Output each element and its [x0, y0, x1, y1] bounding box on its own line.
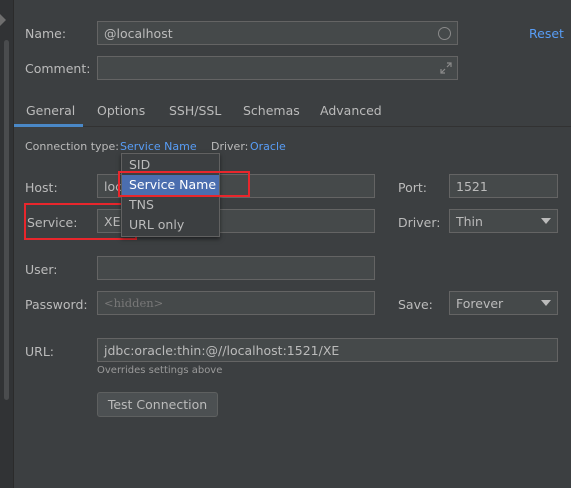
port-label: Port: [398, 180, 427, 195]
driver-label: Driver: [398, 215, 441, 230]
popup-item-tns[interactable]: TNS [122, 195, 219, 215]
url-hint: Overrides settings above [97, 365, 223, 376]
url-input-value: jdbc:oracle:thin:@//localhost:1521/XE [104, 342, 340, 358]
host-label: Host: [25, 180, 58, 195]
chevron-down-icon [541, 218, 551, 224]
sidebar-scrollbar[interactable] [4, 40, 9, 400]
chevron-down-icon [541, 300, 551, 306]
comment-input[interactable] [97, 56, 458, 80]
url-input[interactable]: jdbc:oracle:thin:@//localhost:1521/XE [97, 338, 558, 362]
driver-select-value: Thin [456, 213, 483, 229]
comment-label: Comment: [25, 61, 91, 76]
connection-type-link[interactable]: Service Name [120, 140, 197, 153]
url-label: URL: [25, 344, 55, 359]
port-input-value: 1521 [456, 178, 488, 194]
name-input-value: @localhost [104, 25, 173, 41]
save-label: Save: [398, 297, 433, 312]
password-label: Password: [25, 297, 88, 312]
name-input[interactable]: @localhost [97, 21, 458, 45]
expand-icon[interactable] [440, 62, 452, 74]
user-label: User: [25, 262, 58, 277]
color-circle-icon[interactable] [438, 26, 451, 40]
name-label: Name: [25, 26, 67, 41]
save-select-value: Forever [456, 295, 504, 311]
collapse-arrow-icon[interactable] [0, 14, 6, 26]
connection-type-label: Connection type: [25, 140, 120, 153]
connection-driver-link[interactable]: Oracle [250, 140, 286, 153]
reset-link[interactable]: Reset [529, 26, 564, 41]
tab-general[interactable]: General [26, 103, 75, 118]
driver-select[interactable]: Thin [449, 209, 558, 233]
tab-advanced[interactable]: Advanced [320, 103, 382, 118]
test-connection-label: Test Connection [107, 397, 208, 412]
tab-options[interactable]: Options [97, 103, 145, 118]
connection-driver-label: Driver: [211, 140, 249, 153]
port-input[interactable]: 1521 [449, 174, 558, 198]
tabs-divider [14, 126, 571, 127]
password-placeholder: <hidden> [104, 296, 164, 310]
test-connection-button[interactable]: Test Connection [97, 392, 218, 417]
save-select[interactable]: Forever [449, 291, 558, 315]
user-input[interactable] [97, 256, 375, 280]
tab-ssh-ssl[interactable]: SSH/SSL [169, 103, 221, 118]
tab-schemas[interactable]: Schemas [243, 103, 300, 118]
service-name-highlight-box [118, 171, 250, 197]
active-tab-indicator [14, 124, 83, 127]
popup-item-url-only[interactable]: URL only [122, 215, 219, 235]
password-input[interactable]: <hidden> [97, 291, 375, 315]
